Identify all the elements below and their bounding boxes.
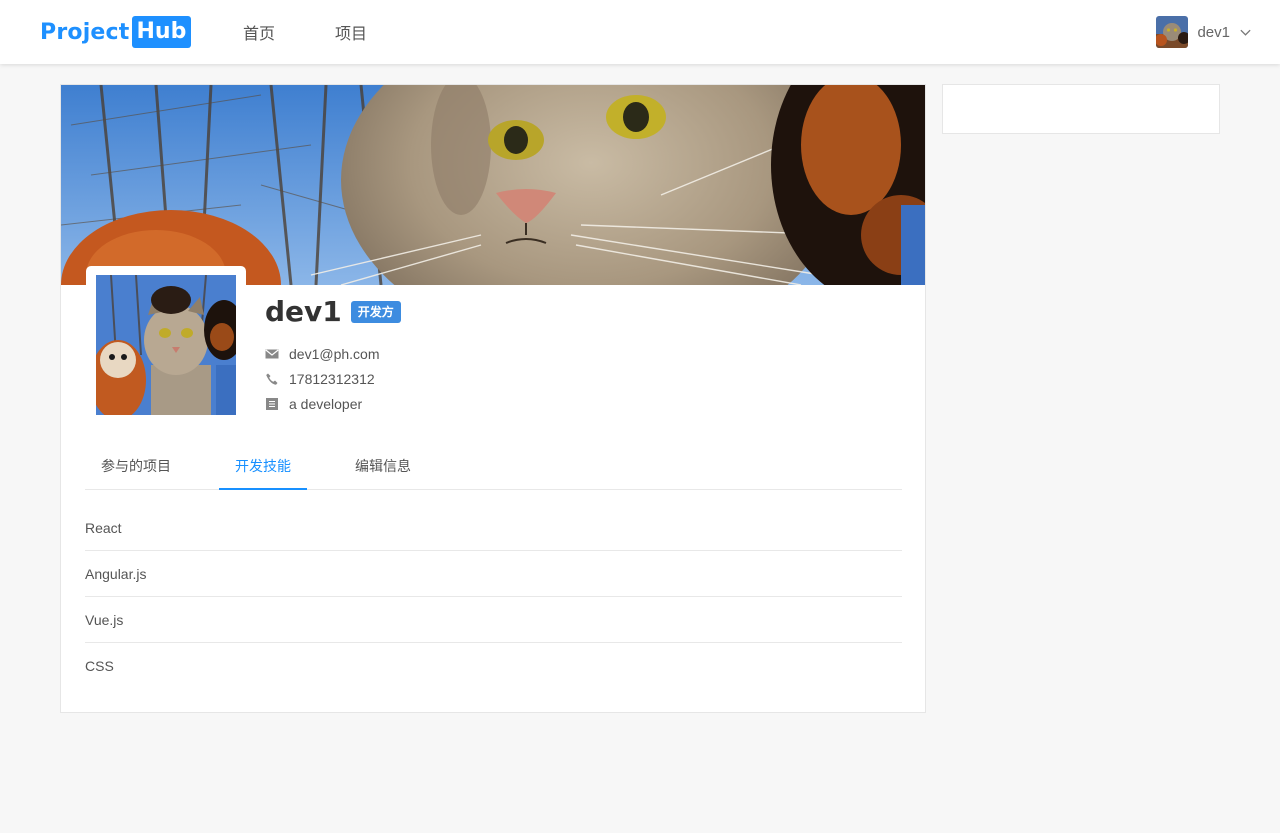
profile-phone: 17812312312 <box>289 371 375 387</box>
logo-text-project: Project <box>40 19 130 45</box>
tab-edit-info[interactable]: 编辑信息 <box>339 445 427 490</box>
mail-icon <box>265 349 279 359</box>
profile-photo <box>96 275 236 415</box>
bio-row: a developer <box>265 396 362 412</box>
chevron-down-icon <box>1240 29 1251 36</box>
cover-image <box>61 85 925 285</box>
logo-text-hub: Hub <box>131 16 192 48</box>
top-header: Project Hub 首页 项目 dev1 <box>0 0 1280 64</box>
nav-home[interactable]: 首页 <box>243 20 275 44</box>
side-panel <box>942 84 1220 134</box>
nav-projects[interactable]: 项目 <box>335 20 367 44</box>
tab-participated-projects[interactable]: 参与的项目 <box>85 445 187 490</box>
skills-list: React Angular.js Vue.js CSS <box>85 505 902 689</box>
list-item: Angular.js <box>85 551 902 597</box>
phone-row: 17812312312 <box>265 371 375 387</box>
profile-photo-frame <box>86 266 246 426</box>
tab-dev-skills[interactable]: 开发技能 <box>219 445 307 490</box>
profile-tabs: 参与的项目 开发技能 编辑信息 <box>85 445 902 490</box>
profile-card-icon <box>266 398 278 410</box>
app-logo[interactable]: Project Hub <box>40 16 192 48</box>
list-item: Vue.js <box>85 597 902 643</box>
role-badge: 开发方 <box>350 300 401 323</box>
profile-name: dev1 <box>265 295 342 328</box>
avatar[interactable] <box>1156 16 1189 48</box>
list-item: CSS <box>85 658 114 674</box>
profile-email: dev1@ph.com <box>289 346 380 362</box>
user-menu[interactable]: dev1 <box>1156 16 1252 48</box>
profile-name-row: dev1 开发方 <box>265 295 401 328</box>
user-name: dev1 <box>1197 23 1230 41</box>
list-item: React <box>85 505 902 551</box>
phone-icon <box>266 373 278 385</box>
email-row: dev1@ph.com <box>265 346 379 362</box>
profile-card: dev1 开发方 dev1@ph.com 17812312312 a devel… <box>60 84 926 713</box>
profile-bio: a developer <box>289 396 363 412</box>
